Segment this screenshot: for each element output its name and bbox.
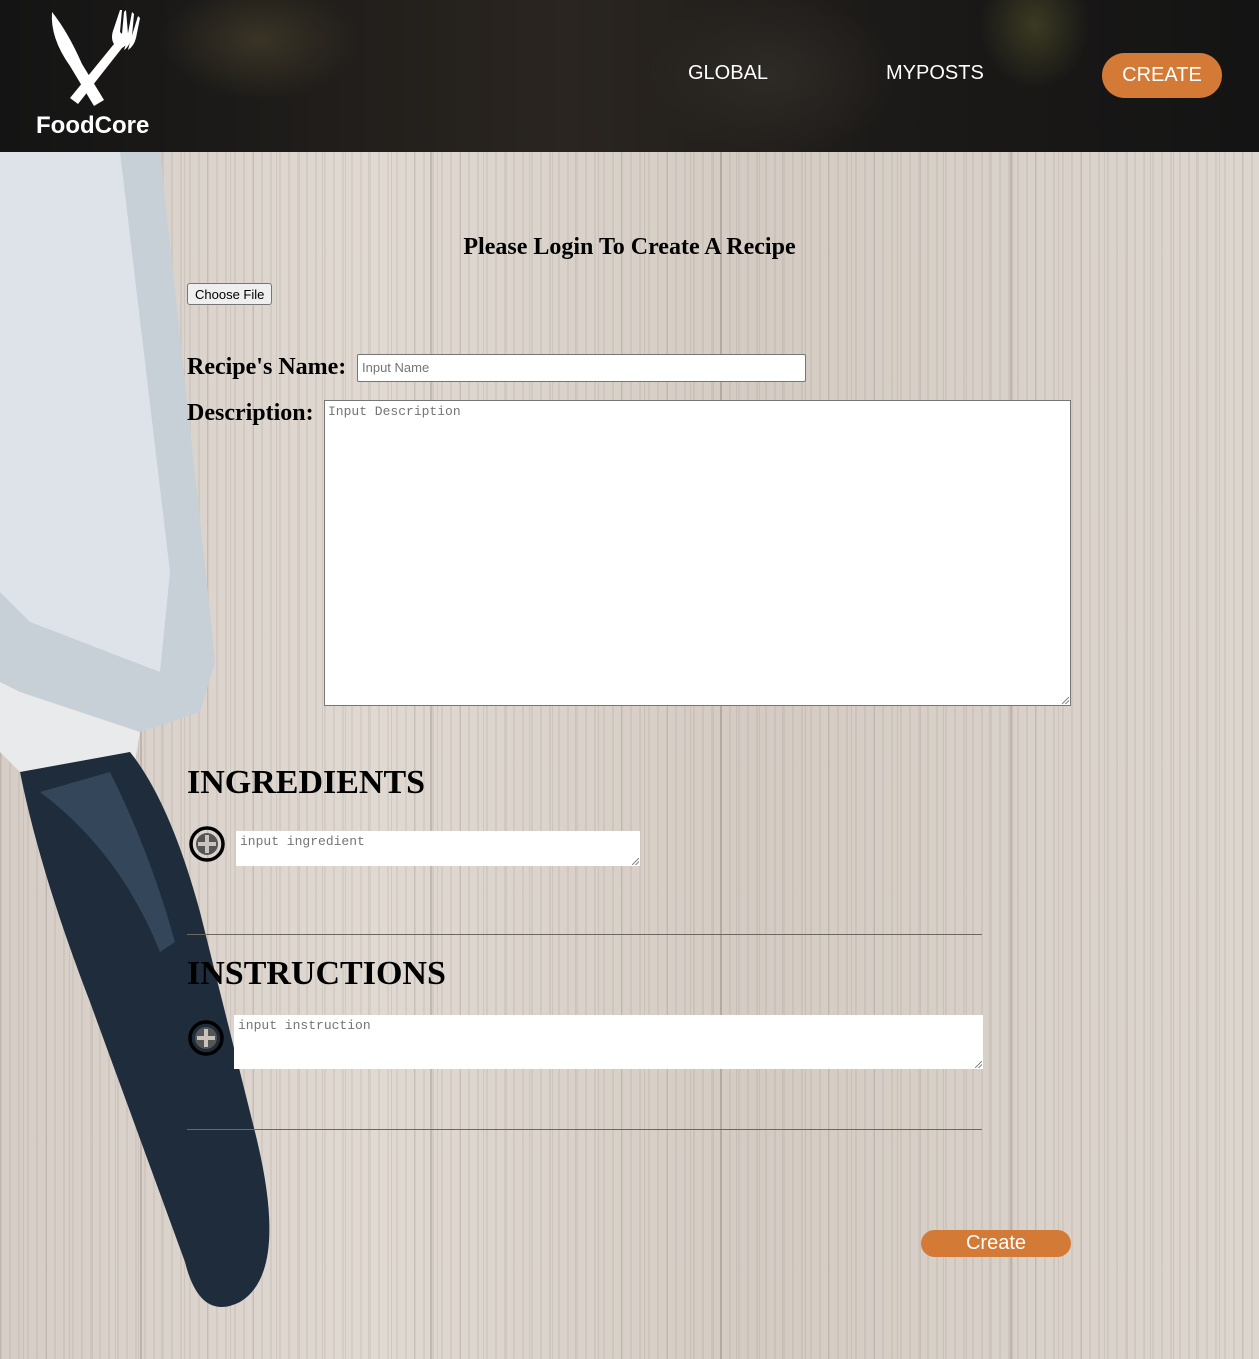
recipe-name-input[interactable]: Input Name xyxy=(357,354,806,382)
page-title: Please Login To Create A Recipe xyxy=(463,234,796,260)
add-instruction-icon[interactable] xyxy=(188,1020,224,1056)
instruction-placeholder: input instruction xyxy=(238,1018,371,1033)
top-header: FoodCore GLOBAL MYPOSTS CREATE xyxy=(0,0,1259,152)
description-textarea[interactable]: Input Description xyxy=(324,400,1071,706)
section-divider xyxy=(187,1129,982,1130)
nav-myposts-link[interactable]: MYPOSTS xyxy=(886,62,984,85)
knife-fork-icon[interactable] xyxy=(48,8,144,108)
nav-global-link[interactable]: GLOBAL xyxy=(688,62,768,85)
description-placeholder: Input Description xyxy=(328,404,461,419)
ingredients-heading: INGREDIENTS xyxy=(187,764,426,801)
add-ingredient-icon[interactable] xyxy=(189,826,225,862)
brand-name[interactable]: FoodCore xyxy=(36,112,149,140)
section-divider xyxy=(187,934,982,935)
resize-handle[interactable] xyxy=(632,858,639,865)
resize-handle[interactable] xyxy=(1062,697,1069,704)
resize-handle[interactable] xyxy=(975,1061,982,1068)
description-label: Description: xyxy=(187,400,314,426)
recipe-name-label: Recipe's Name: xyxy=(187,354,347,380)
create-recipe-button[interactable]: Create xyxy=(921,1230,1071,1257)
ingredient-input[interactable]: input ingredient xyxy=(236,831,640,866)
ingredient-placeholder: input ingredient xyxy=(240,834,365,849)
nav-create-button[interactable]: CREATE xyxy=(1102,53,1222,98)
choose-file-button[interactable]: Choose File xyxy=(187,283,273,305)
knife-image xyxy=(0,152,270,1307)
instructions-heading: INSTRUCTIONS xyxy=(187,955,446,992)
instruction-input[interactable]: input instruction xyxy=(234,1015,983,1069)
